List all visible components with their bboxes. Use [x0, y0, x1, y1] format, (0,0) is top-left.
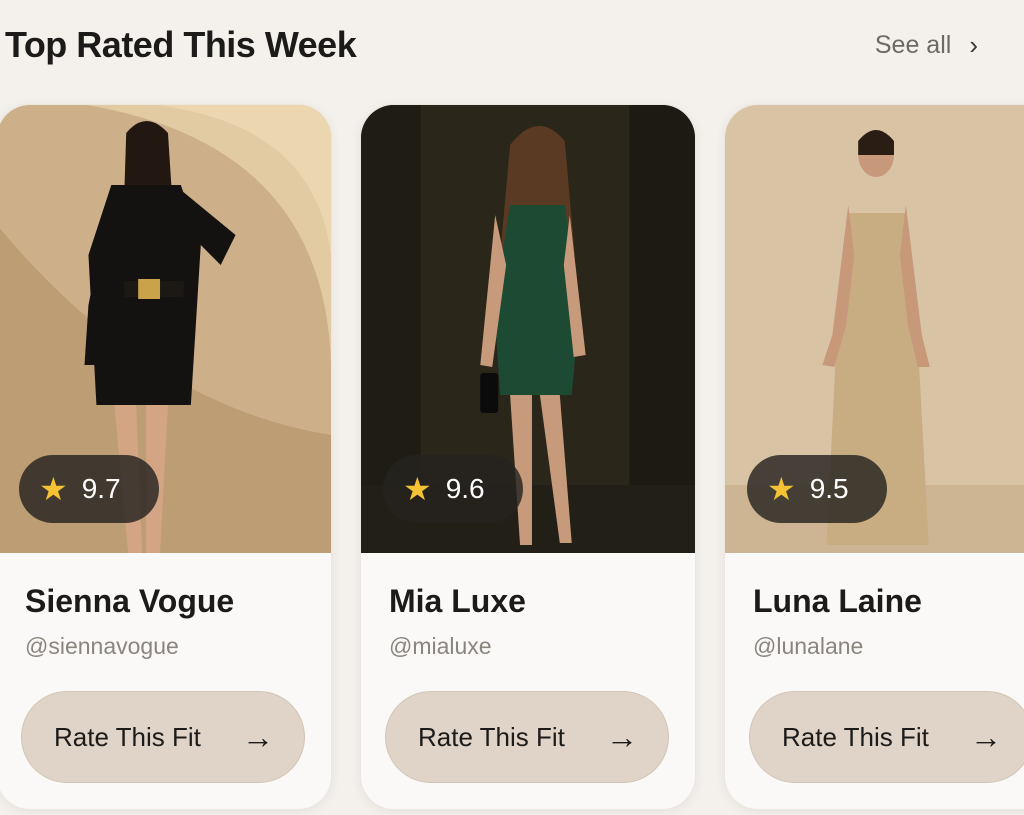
- creator-name: Luna Laine: [753, 583, 922, 619]
- rate-this-fit-button[interactable]: Rate This Fit →: [749, 691, 1024, 783]
- creator-name: Sienna Vogue: [25, 583, 235, 619]
- rate-this-fit-button[interactable]: Rate This Fit →: [21, 691, 305, 783]
- section-header: Top Rated This Week See all ›: [0, 0, 1024, 92]
- star-icon: ★: [39, 471, 68, 507]
- creator-handle[interactable]: @mialuxe: [389, 633, 492, 660]
- outfit-card[interactable]: ★ 9.5 Luna Laine @lunalane Rate This Fit…: [724, 104, 1024, 810]
- arrow-right-icon: →: [970, 719, 1002, 755]
- star-icon: ★: [767, 471, 796, 507]
- chevron-right-icon: ›: [969, 30, 978, 60]
- rate-button-label: Rate This Fit: [782, 721, 929, 752]
- outfit-card[interactable]: ★ 9.7 Sienna Vogue @siennavogue Rate Thi…: [0, 104, 332, 810]
- rating-value: 9.7: [81, 473, 121, 504]
- rating-badge: ★ 9.7: [19, 455, 159, 523]
- creator-name: Mia Luxe: [389, 583, 526, 619]
- star-icon: ★: [403, 471, 432, 507]
- rating-badge: ★ 9.6: [383, 455, 523, 523]
- outfit-card[interactable]: ★ 9.6 Mia Luxe @mialuxe Rate This Fit →: [360, 104, 696, 810]
- rate-button-label: Rate This Fit: [418, 721, 565, 752]
- rating-value: 9.5: [809, 473, 849, 504]
- rate-this-fit-button[interactable]: Rate This Fit →: [385, 691, 669, 783]
- creator-handle[interactable]: @siennavogue: [25, 633, 179, 660]
- arrow-right-icon: →: [606, 719, 638, 755]
- arrow-right-icon: →: [242, 719, 274, 755]
- section-title: Top Rated This Week: [5, 24, 357, 65]
- rate-button-label: Rate This Fit: [54, 721, 201, 752]
- creator-handle[interactable]: @lunalane: [753, 633, 863, 660]
- rating-value: 9.6: [445, 473, 485, 504]
- rating-badge: ★ 9.5: [747, 455, 887, 523]
- see-all-label: See all: [874, 31, 952, 59]
- see-all-link[interactable]: See all ›: [875, 30, 978, 61]
